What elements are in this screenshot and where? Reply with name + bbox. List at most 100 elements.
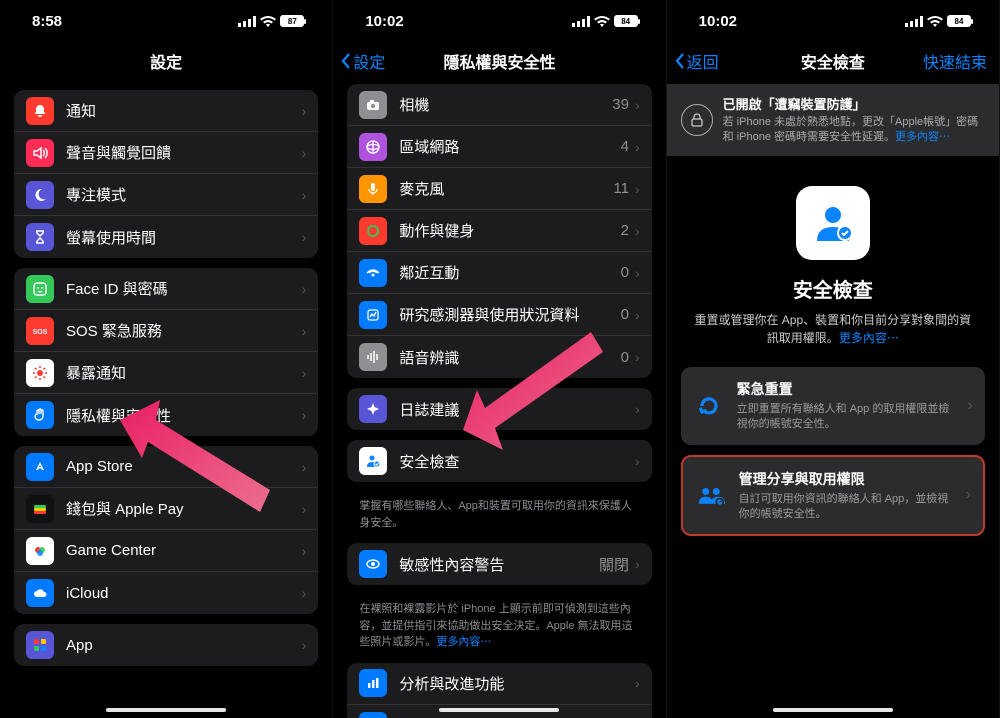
sos-icon: SOS xyxy=(26,317,54,345)
row-label: 錢包與 Apple Pay xyxy=(66,498,302,519)
row-label: SOS 緊急服務 xyxy=(66,320,302,341)
settings-row[interactable]: 錢包與 Apple Pay› xyxy=(14,488,318,530)
row-label: 隱私權與安全性 xyxy=(66,405,302,426)
settings-row[interactable]: 敏感性內容警告關閉› xyxy=(347,543,651,585)
settings-row[interactable]: 研究感測器與使用狀況資料0› xyxy=(347,294,651,336)
nav-title: 安全檢查 xyxy=(801,49,865,73)
settings-row[interactable]: 日誌建議› xyxy=(347,388,651,430)
group-footer: 在裸照和裸露影片於 iPhone 上顯示前即可偵測到這些內容，並提供指引來協助做… xyxy=(333,595,665,653)
quick-exit-button[interactable]: 快速結束 xyxy=(923,49,987,73)
row-label: 專注模式 xyxy=(66,184,302,205)
row-label: 通知 xyxy=(66,100,302,121)
settings-row[interactable]: 暴露通知› xyxy=(14,352,318,394)
settings-row[interactable]: 相機39› xyxy=(347,84,651,126)
action-title: 管理分享與取用權限 xyxy=(739,469,954,489)
action-reset[interactable]: 緊急重置立即重置所有聯絡人和 App 的取用權限並檢視你的帳號安全性。› xyxy=(681,367,985,445)
settings-row[interactable]: Game Center› xyxy=(14,530,318,572)
status-bar: 10:02 84 xyxy=(667,0,999,42)
chevron-right-icon: › xyxy=(635,139,640,155)
gamecenter-icon xyxy=(26,537,54,565)
nav-bar: 設定 隱私權與安全性 xyxy=(333,42,665,80)
settings-row[interactable]: 安全檢查› xyxy=(347,440,651,482)
personcheck-icon xyxy=(359,447,387,475)
settings-group: 通知›聲音與觸覺回饋›專注模式›螢幕使用時間› xyxy=(14,90,318,258)
sensor-icon xyxy=(359,301,387,329)
chevron-right-icon: › xyxy=(635,307,640,323)
row-label: 鄰近互動 xyxy=(399,262,620,283)
chevron-right-icon: › xyxy=(302,543,307,559)
chevron-right-icon: › xyxy=(635,349,640,365)
apps-icon xyxy=(26,631,54,659)
chevron-right-icon: › xyxy=(302,365,307,381)
cellular-icon xyxy=(238,16,256,27)
row-value: 0 xyxy=(621,349,629,366)
action-title: 緊急重置 xyxy=(737,379,956,399)
row-label: 日誌建議 xyxy=(399,399,635,420)
nav-title: 設定 xyxy=(150,49,182,73)
activity-icon xyxy=(359,217,387,245)
icloud-icon xyxy=(26,579,54,607)
settings-row[interactable]: iCloud› xyxy=(14,572,318,614)
settings-row[interactable]: 專注模式› xyxy=(14,174,318,216)
cellular-icon xyxy=(572,16,590,27)
wifi-icon xyxy=(260,16,276,27)
settings-row[interactable]: 隱私權與安全性› xyxy=(14,394,318,436)
settings-row[interactable]: 鄰近互動0 › xyxy=(347,252,651,294)
action-body: 管理分享與取用權限自訂可取用你資訊的聯絡人和 App，並檢視你的帳號安全性。 xyxy=(739,469,954,523)
row-value: 關閉 xyxy=(599,554,629,575)
banner-title: 已開啟「遭竊裝置防護」 xyxy=(723,94,985,113)
row-label: 區域網路 xyxy=(399,136,620,157)
status-time: 10:02 xyxy=(699,13,737,30)
waveform-icon xyxy=(359,343,387,371)
svg-text:SOS: SOS xyxy=(33,329,48,336)
group-footer: 掌握有哪些聯絡人、App和裝置可取用你的資訊來保護人身安全。 xyxy=(333,492,665,533)
footer-link[interactable]: 更多內容⋯ xyxy=(436,636,491,648)
settings-row[interactable]: 分析與改進功能› xyxy=(347,663,651,705)
settings-row[interactable]: 聲音與觸覺回饋› xyxy=(14,132,318,174)
status-indicators: 84 xyxy=(572,15,638,27)
settings-row[interactable]: SOSSOS 緊急服務› xyxy=(14,310,318,352)
settings-row[interactable]: App Store› xyxy=(14,446,318,488)
nearby-icon xyxy=(359,259,387,287)
hourglass-icon xyxy=(26,223,54,251)
back-button[interactable]: 返回 xyxy=(675,49,719,73)
home-indicator xyxy=(773,708,893,712)
eye-icon xyxy=(359,550,387,578)
row-value: 0 xyxy=(621,264,629,281)
settings-row[interactable]: 通知› xyxy=(14,90,318,132)
chevron-right-icon: › xyxy=(635,401,640,417)
sparkle-icon xyxy=(359,395,387,423)
settings-row[interactable]: 區域網路4 › xyxy=(347,126,651,168)
row-value: 4 xyxy=(621,138,629,155)
bars-icon xyxy=(359,669,387,697)
chevron-right-icon: › xyxy=(635,265,640,281)
row-label: App Store xyxy=(66,458,302,475)
settings-row[interactable]: 動作與健身2› xyxy=(347,210,651,252)
row-label: iCloud xyxy=(66,585,302,602)
chevron-right-icon: › xyxy=(635,675,640,691)
settings-row[interactable]: Face ID 與密碼› xyxy=(14,268,318,310)
row-label: 相機 xyxy=(399,94,612,115)
battery-icon: 87 xyxy=(280,15,304,27)
settings-group: 相機39›區域網路4›麥克風11›動作與健身2›鄰近互動0›研究感測器與使用狀況… xyxy=(347,84,651,378)
chevron-right-icon: › xyxy=(635,453,640,469)
chevron-right-icon: › xyxy=(302,187,307,203)
speaker-icon xyxy=(26,139,54,167)
row-label: 動作與健身 xyxy=(399,220,620,241)
hero-title: 安全檢查 xyxy=(693,274,973,303)
wallet-icon xyxy=(26,495,54,523)
settings-row[interactable]: 語音辨識0› xyxy=(347,336,651,378)
screen-privacy: 10:02 84 設定 隱私權與安全性 相機39›區域網路4›麥克風11›動作與… xyxy=(333,0,666,718)
chevron-left-icon xyxy=(341,53,351,69)
settings-row[interactable]: App› xyxy=(14,624,318,666)
back-button[interactable]: 設定 xyxy=(341,49,385,73)
hero-more-link[interactable]: 更多內容⋯ xyxy=(839,331,899,345)
row-label: 螢幕使用時間 xyxy=(66,227,302,248)
nav-bar: 設定 xyxy=(0,42,332,80)
moon-icon xyxy=(26,181,54,209)
settings-row[interactable]: 麥克風11› xyxy=(347,168,651,210)
settings-row[interactable]: 螢幕使用時間› xyxy=(14,216,318,258)
action-people[interactable]: 管理分享與取用權限自訂可取用你資訊的聯絡人和 App，並檢視你的帳號安全性。› xyxy=(681,455,985,537)
banner-more-link[interactable]: 更多內容⋯ xyxy=(895,131,950,143)
chevron-right-icon: › xyxy=(302,103,307,119)
